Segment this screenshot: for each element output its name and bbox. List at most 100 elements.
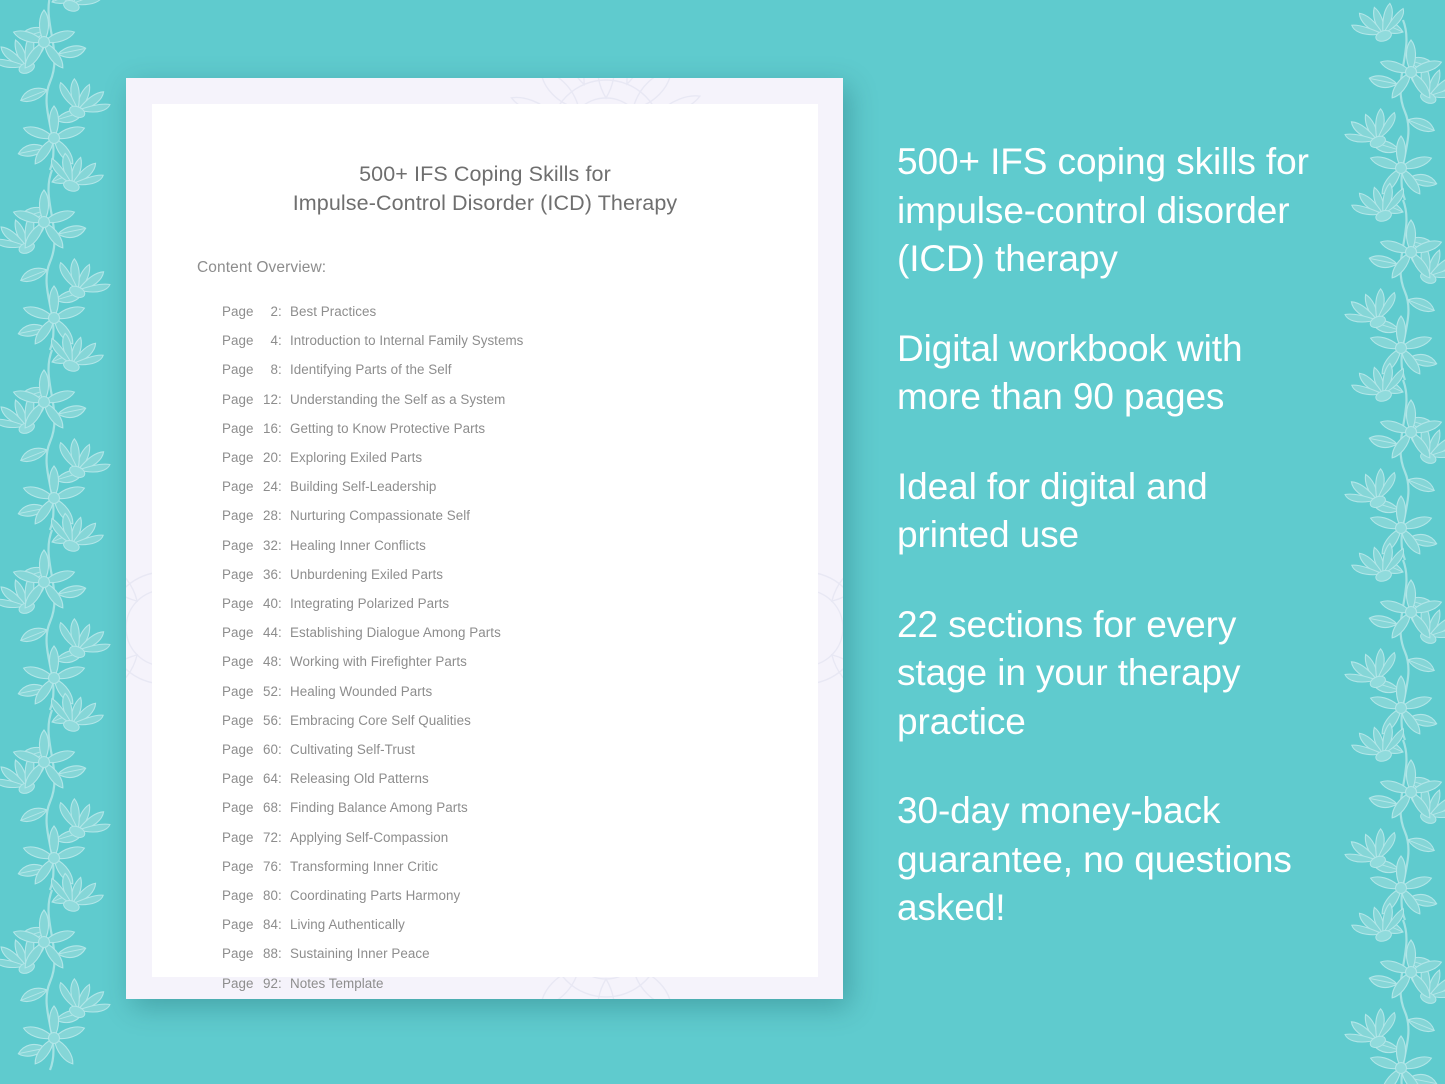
toc-colon: : [278,712,282,728]
toc-page-number: 60 [263,742,278,758]
toc-entry: Page 64: Releasing Old Patterns [222,764,818,793]
toc-page-number: 72 [263,829,278,845]
toc-colon: : [278,596,282,612]
toc-entry: Page 32: Healing Inner Conflicts [222,531,818,560]
toc-colon: : [278,975,282,991]
toc-colon: : [278,566,282,582]
toc-page-number: 20 [263,450,278,466]
toc-page-number: 56 [263,712,278,728]
marketing-bullet: Digital workbook with more than 90 pages [897,327,1243,418]
toc-entry: Page 2: Best Practices [222,297,818,326]
toc-entry: Page 28: Nurturing Compassionate Self [222,501,818,530]
toc-page-number: 80 [263,888,278,904]
toc-entry: Page 8: Identifying Parts of the Self [222,355,818,384]
toc-page-number: 36 [263,566,278,582]
toc-colon: : [278,742,282,758]
floral-vine-icon [0,0,142,1084]
toc-entry: Page 92: Notes Template [222,969,818,998]
toc-page-word: Page [222,596,254,612]
toc-entry-title: Living Authentically [290,917,405,933]
toc-colon: : [278,858,282,874]
toc-entry-title: Coordinating Parts Harmony [290,888,461,904]
marketing-bullet: Ideal for digital and printed use [897,465,1208,556]
toc-entry: Page 88: Sustaining Inner Peace [222,939,818,968]
toc-entry-title: Cultivating Self-Trust [290,742,415,758]
toc-entry-title: Establishing Dialogue Among Parts [290,625,501,641]
page-title: 500+ IFS Coping Skills for Impulse-Contr… [152,160,818,218]
toc-page-number: 88 [263,946,278,962]
toc-colon: : [278,450,282,466]
toc-entry-title: Working with Firefighter Parts [290,654,467,670]
toc-colon: : [278,771,282,787]
toc-colon: : [278,946,282,962]
toc-page-word: Page [222,771,254,787]
toc-page-number: 8 [270,362,278,378]
toc-entry-title: Finding Balance Among Parts [290,800,468,816]
toc-page-number: 52 [263,683,278,699]
toc-page-word: Page [222,420,254,436]
toc-page-number: 12 [263,391,278,407]
table-of-contents: Page 2: Best Practices Page 4: Introduction t… [222,297,818,998]
toc-colon: : [278,683,282,699]
toc-page-word: Page [222,712,254,728]
toc-entry-title: Unburdening Exiled Parts [290,566,444,582]
toc-page-number: 4 [270,333,278,349]
toc-colon: : [278,917,282,933]
toc-entry-title: Building Self-Leadership [290,479,437,495]
toc-entry-title: Releasing Old Patterns [290,771,429,787]
marketing-bullet: 22 sections for every stage in your ther… [897,603,1241,742]
toc-page-word: Page [222,917,254,933]
toc-entry-title: Getting to Know Protective Parts [290,420,486,436]
toc-entry-title: Applying Self-Compassion [290,829,449,845]
toc-page-number: 68 [263,800,278,816]
toc-colon: : [278,362,282,378]
toc-page-number: 92 [263,975,278,991]
toc-entry-title: Identifying Parts of the Self [290,362,452,378]
toc-entry: Page 40: Integrating Polarized Parts [222,589,818,618]
toc-page-word: Page [222,333,254,349]
toc-page-word: Page [222,450,254,466]
toc-entry-title: Sustaining Inner Peace [290,946,430,962]
marketing-bullet: 500+ IFS coping skills for impulse-contr… [897,141,1309,279]
toc-entry: Page 84: Living Authentically [222,910,818,939]
toc-page-word: Page [222,479,254,495]
floral-border-right [1313,0,1445,1084]
toc-colon: : [278,333,282,349]
toc-entry: Page 52: Healing Wounded Parts [222,677,818,706]
toc-page-word: Page [222,625,254,641]
toc-entry-title: Notes Template [290,975,384,991]
toc-colon: : [278,537,282,553]
product-card: 500+ IFS Coping Skills for Impulse-Contr… [126,78,843,999]
toc-page-word: Page [222,508,254,524]
toc-page-word: Page [222,566,254,582]
toc-colon: : [278,888,282,904]
toc-entry-title: Embracing Core Self Qualities [290,712,471,728]
page-title-line-1: 500+ IFS Coping Skills for [359,162,611,186]
toc-page-number: 84 [263,917,278,933]
toc-page-number: 28 [263,508,278,524]
toc-page-word: Page [222,946,254,962]
toc-entry-title: Understanding the Self as a System [290,391,506,407]
toc-entry-title: Introduction to Internal Family Systems [290,333,524,349]
toc-entry: Page 68: Finding Balance Among Parts [222,793,818,822]
toc-page-word: Page [222,537,254,553]
toc-colon: : [278,420,282,436]
toc-colon: : [278,625,282,641]
toc-page-word: Page [222,742,254,758]
toc-entry-title: Transforming Inner Critic [290,858,439,874]
toc-entry-title: Exploring Exiled Parts [290,450,423,466]
toc-page-number: 2 [270,304,278,319]
toc-page-word: Page [222,304,254,319]
toc-colon: : [278,391,282,407]
toc-page-number: 16 [263,420,278,436]
document-page: 500+ IFS Coping Skills for Impulse-Contr… [152,104,818,991]
page-title-line-2: Impulse-Control Disorder (ICD) Therapy [292,191,678,215]
toc-entry: Page 20: Exploring Exiled Parts [222,443,818,472]
toc-entry: Page 48: Working with Firefighter Parts [222,647,818,676]
toc-entry-title: Integrating Polarized Parts [290,596,450,612]
toc-colon: : [278,304,282,319]
toc-entry-title: Best Practices [290,304,377,319]
toc-page-word: Page [222,654,254,670]
toc-page-word: Page [222,858,254,874]
toc-page-word: Page [222,829,254,845]
